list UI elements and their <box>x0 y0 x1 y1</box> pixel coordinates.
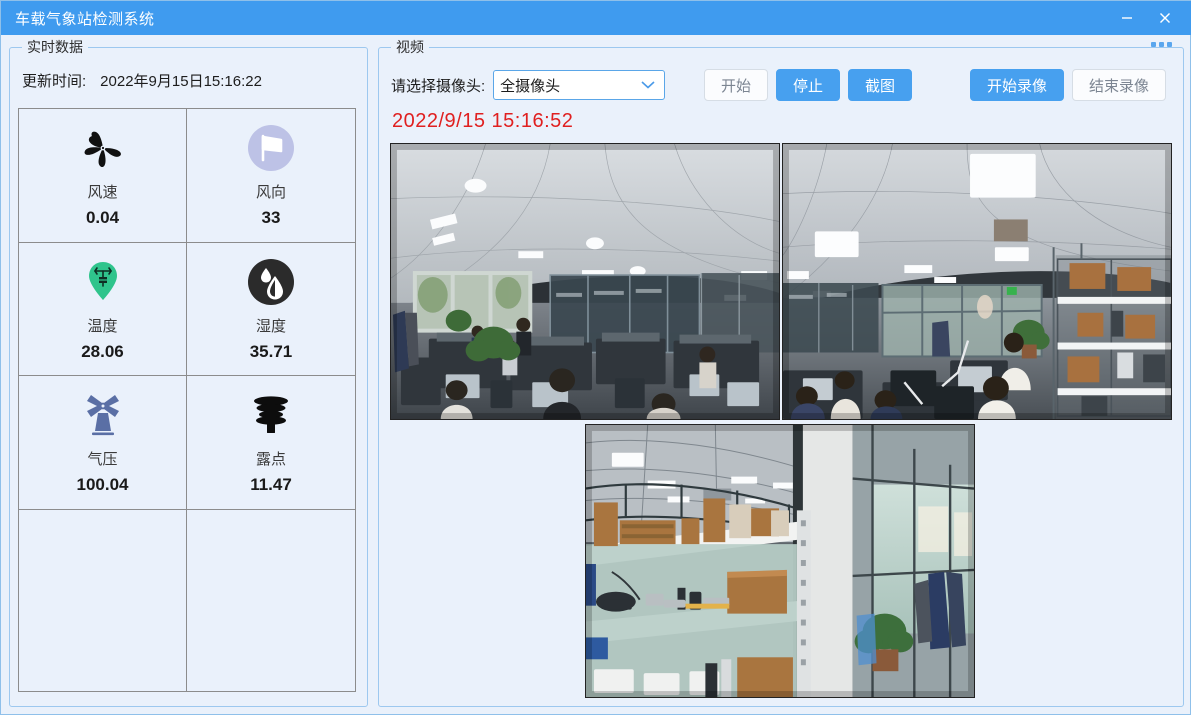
camera-feed-3[interactable] <box>585 424 975 698</box>
metric-cell-humidity: 湿度 35.71 <box>187 243 355 376</box>
metric-label: 露点 <box>255 451 286 468</box>
metric-value: 11.47 <box>250 475 292 494</box>
realtime-data-legend: 实时数据 <box>22 38 88 56</box>
wind-flag-icon <box>241 119 301 179</box>
metric-cell-empty-right <box>187 510 355 691</box>
metric-cell-wind-speed: 风速 0.04 <box>19 109 187 243</box>
metric-value: 28.06 <box>81 342 124 361</box>
metric-value: 35.71 <box>249 342 293 361</box>
start-record-button[interactable]: 开始录像 <box>970 69 1065 101</box>
application-window: 车载气象站检测系统 实时数据 更新时间: 2022年9月15日15:16:22 <box>0 0 1191 715</box>
metric-cell-pressure: 气压 100.04 <box>19 376 187 510</box>
metric-cell-dewpoint: 露点 11.47 <box>187 376 355 510</box>
stop-button[interactable]: 停止 <box>776 69 841 101</box>
update-time-label: 更新时间: <box>22 73 87 90</box>
fan-icon <box>73 119 133 179</box>
camera-select[interactable]: 全摄像头 <box>493 70 666 100</box>
chevron-down-icon <box>641 77 655 94</box>
update-time-value: 2022年9月15日15:16:22 <box>100 73 262 90</box>
metric-cell-wind-direction: 风向 33 <box>187 109 355 243</box>
metrics-grid: 风速 0.04 风向 33 温度 28.06 湿度 35.71 气压 100.0… <box>18 108 356 692</box>
metric-label: 温度 <box>87 318 118 335</box>
metric-label: 风速 <box>87 184 118 201</box>
metric-label: 湿度 <box>255 318 286 335</box>
metric-label: 气压 <box>87 451 118 468</box>
metric-value: 33 <box>261 208 281 227</box>
start-button[interactable]: 开始 <box>704 69 769 101</box>
video-panel: 视频 请选择摄像头: 全摄像头 开始 停止 截图 开始录像 结束录像 2022/… <box>378 38 1184 707</box>
close-icon[interactable] <box>1146 1 1184 35</box>
title-bar: 车载气象站检测系统 <box>1 1 1191 35</box>
recording-toolbar: 开始录像 结束录像 <box>970 69 1167 101</box>
humidity-drop-icon <box>241 253 301 313</box>
update-time-row: 更新时间: 2022年9月15日15:16:22 <box>22 70 262 91</box>
window-title: 车载气象站检测系统 <box>15 10 155 28</box>
playback-toolbar: 开始 停止 截图 <box>704 69 913 101</box>
video-timestamp: 2022/9/15 15:16:52 <box>392 110 574 132</box>
camera-select-label: 请选择摄像头: <box>391 77 486 95</box>
camera-feed-1[interactable] <box>390 143 780 420</box>
camera-select-value: 全摄像头 <box>500 77 561 95</box>
video-legend: 视频 <box>391 38 429 56</box>
minimize-icon[interactable] <box>1108 1 1146 35</box>
camera-selector-row: 请选择摄像头: 全摄像头 <box>391 70 666 100</box>
dewpoint-shield-icon <box>241 386 301 446</box>
metric-cell-empty-left <box>19 510 187 691</box>
thermometer-pin-icon <box>73 253 133 313</box>
metric-cell-temperature: 温度 28.06 <box>19 243 187 376</box>
screenshot-button[interactable]: 截图 <box>848 69 913 101</box>
realtime-data-panel: 实时数据 更新时间: 2022年9月15日15:16:22 风速 0.04 风向… <box>9 38 368 707</box>
windmill-icon <box>73 386 133 446</box>
stop-record-button[interactable]: 结束录像 <box>1072 69 1167 101</box>
camera-feed-2[interactable] <box>782 143 1172 420</box>
metric-value: 0.04 <box>85 208 120 227</box>
metric-label: 风向 <box>255 184 286 201</box>
video-grid <box>390 143 1174 698</box>
metric-value: 100.04 <box>76 475 129 494</box>
